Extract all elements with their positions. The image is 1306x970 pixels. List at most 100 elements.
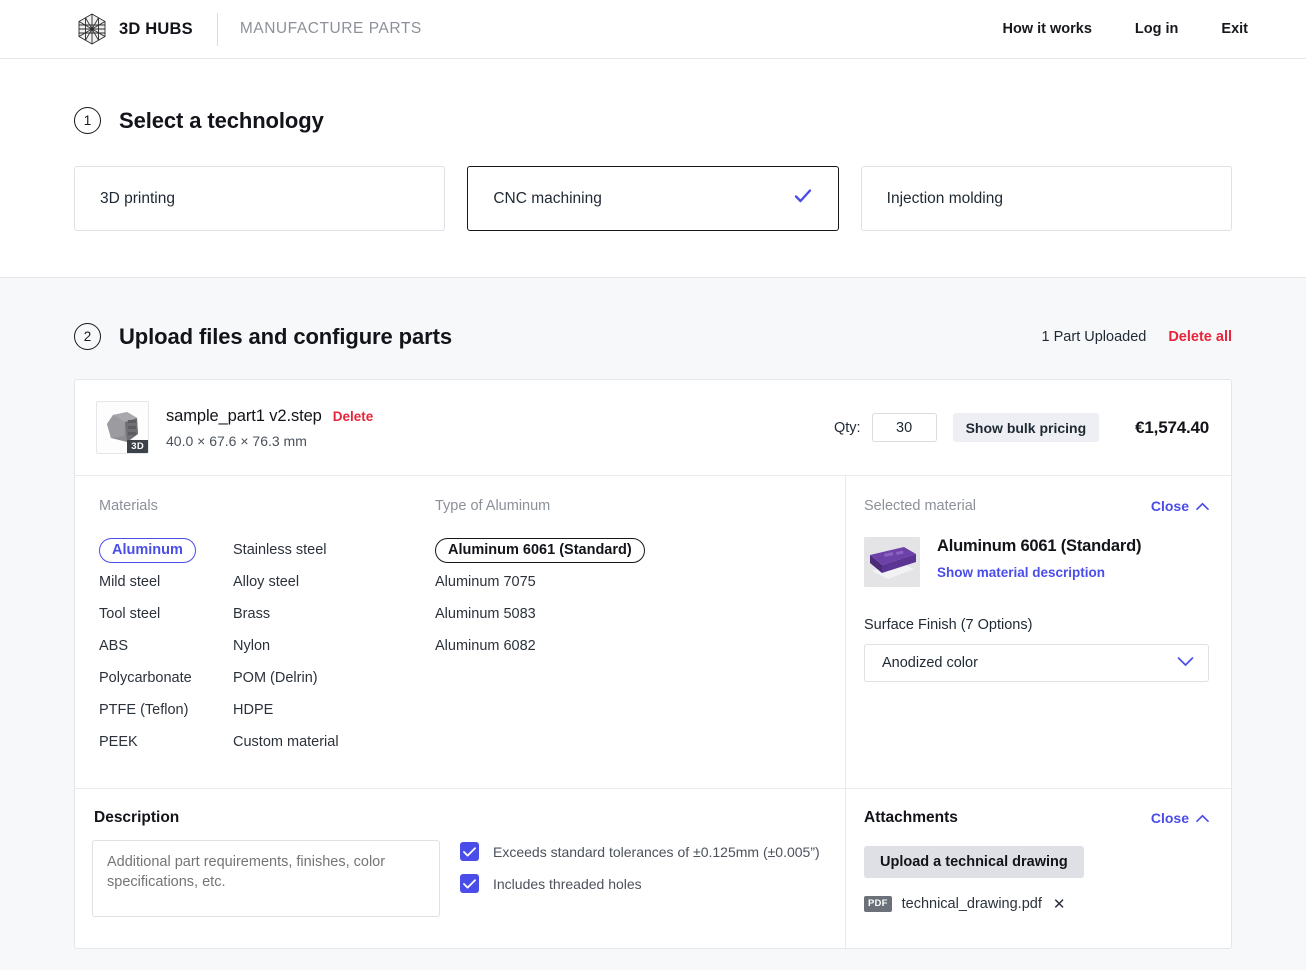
- technology-option-label: 3D printing: [100, 190, 175, 208]
- upload-technical-drawing-button[interactable]: Upload a technical drawing: [864, 846, 1084, 878]
- part-price: €1,574.40: [1135, 418, 1209, 438]
- checkbox-tolerances[interactable]: [460, 842, 479, 861]
- selected-material-header: Selected material Close: [864, 498, 1209, 514]
- technology-options: 3D printing CNC machining Injection mold…: [74, 166, 1232, 231]
- material-option-ptfe-teflon[interactable]: PTFE (Teflon): [99, 694, 233, 726]
- technology-option-label: Injection molding: [887, 190, 1003, 208]
- top-navigation-bar: 3D HUBS MANUFACTURE PARTS How it works L…: [0, 0, 1306, 59]
- step-2-number: 2: [74, 323, 101, 350]
- checkbox-threaded-holes[interactable]: [460, 874, 479, 893]
- step-1-header: 1 Select a technology: [74, 59, 1232, 134]
- description-attachments-area: Description Exceeds standard tolerances …: [75, 788, 1231, 948]
- material-type-column: Type of Aluminum Aluminum 6061 (Standard…: [435, 498, 821, 758]
- description-textarea[interactable]: [92, 840, 440, 917]
- attachment-file-row: PDF technical_drawing.pdf ✕: [864, 896, 1209, 912]
- chevron-down-icon: [1177, 655, 1194, 671]
- technology-option-injection-molding[interactable]: Injection molding: [861, 166, 1232, 231]
- delete-part-button[interactable]: Delete: [333, 409, 374, 424]
- part-configuration-card: 3D sample_part1 v2.step Delete 40.0 × 67…: [74, 379, 1232, 949]
- check-icon: [793, 186, 813, 211]
- part-requirement-checkboxes: Exceeds standard tolerances of ±0.125mm …: [460, 809, 820, 922]
- material-selection-area: Materials Aluminum Mild steel Tool steel…: [75, 475, 1231, 788]
- attachments-title: Attachments: [864, 809, 958, 827]
- description-title: Description: [92, 809, 460, 827]
- quantity-input[interactable]: [872, 413, 937, 442]
- technology-option-3d-printing[interactable]: 3D printing: [74, 166, 445, 231]
- part-dimensions: 40.0 × 67.6 × 76.3 mm: [166, 433, 373, 449]
- selected-material-heading: Selected material: [864, 498, 976, 514]
- technology-option-label: CNC machining: [493, 190, 602, 208]
- surface-finish-value: Anodized color: [882, 655, 978, 671]
- surface-finish-select[interactable]: Anodized color: [864, 644, 1209, 682]
- selected-material-info: Aluminum 6061 (Standard) Show material d…: [937, 537, 1141, 587]
- materials-sub-column-2: Stainless steel Alloy steel Brass Nylon …: [233, 535, 367, 758]
- part-thumbnail[interactable]: 3D: [96, 401, 149, 454]
- remove-attachment-icon[interactable]: ✕: [1053, 897, 1066, 912]
- chevron-up-icon: [1196, 498, 1209, 514]
- step-1-title: Select a technology: [119, 108, 324, 134]
- material-option-aluminum[interactable]: Aluminum: [99, 535, 233, 566]
- step-1-section: 1 Select a technology 3D printing CNC ma…: [0, 59, 1306, 278]
- material-option-label: Aluminum: [99, 538, 196, 563]
- selected-material-panel: Selected material Close: [846, 476, 1231, 788]
- checkbox-row-threaded-holes[interactable]: Includes threaded holes: [460, 874, 820, 893]
- nav-exit[interactable]: Exit: [1221, 21, 1248, 37]
- material-type-option-aluminum-5083[interactable]: Aluminum 5083: [435, 598, 821, 630]
- materials-sub-column-1: Aluminum Mild steel Tool steel ABS Polyc…: [99, 535, 233, 758]
- selected-material-close-button[interactable]: Close: [1151, 498, 1209, 514]
- brand-logo[interactable]: 3D HUBS: [74, 11, 193, 47]
- technology-option-cnc-machining[interactable]: CNC machining: [467, 166, 838, 231]
- material-option-custom-material[interactable]: Custom material: [233, 726, 367, 758]
- material-option-hdpe[interactable]: HDPE: [233, 694, 367, 726]
- attachments-section: Attachments Close Upload a technical dra…: [846, 789, 1231, 948]
- checkbox-label-threaded-holes: Includes threaded holes: [493, 876, 642, 892]
- description-section: Description Exceeds standard tolerances …: [75, 789, 846, 948]
- part-pricing-controls: Qty: Show bulk pricing €1,574.40: [834, 413, 1209, 442]
- material-option-pom-delrin[interactable]: POM (Delrin): [233, 662, 367, 694]
- material-option-polycarbonate[interactable]: Polycarbonate: [99, 662, 233, 694]
- checkbox-row-tolerances[interactable]: Exceeds standard tolerances of ±0.125mm …: [460, 842, 820, 861]
- materials-column: Materials Aluminum Mild steel Tool steel…: [99, 498, 435, 758]
- close-label: Close: [1151, 810, 1189, 826]
- checkbox-label-tolerances: Exceeds standard tolerances of ±0.125mm …: [493, 844, 820, 860]
- material-option-tool-steel[interactable]: Tool steel: [99, 598, 233, 630]
- material-option-mild-steel[interactable]: Mild steel: [99, 566, 233, 598]
- step-2-section: 2 Upload files and configure parts 1 Par…: [0, 278, 1306, 970]
- material-option-alloy-steel[interactable]: Alloy steel: [233, 566, 367, 598]
- step-1-number: 1: [74, 107, 101, 134]
- nav-how-it-works[interactable]: How it works: [1002, 21, 1091, 37]
- attachments-header: Attachments Close: [864, 809, 1209, 827]
- material-type-option-aluminum-6082[interactable]: Aluminum 6082: [435, 630, 821, 662]
- nav-log-in[interactable]: Log in: [1135, 21, 1179, 37]
- materials-heading: Materials: [99, 498, 435, 514]
- step-2-header: 2 Upload files and configure parts 1 Par…: [74, 278, 1232, 350]
- header-nav: How it works Log in Exit: [1002, 21, 1248, 37]
- part-summary-row: 3D sample_part1 v2.step Delete 40.0 × 67…: [75, 380, 1231, 475]
- part-info: sample_part1 v2.step Delete 40.0 × 67.6 …: [166, 407, 373, 449]
- material-type-option-aluminum-6061[interactable]: Aluminum 6061 (Standard): [435, 535, 821, 566]
- delete-all-button[interactable]: Delete all: [1168, 329, 1232, 345]
- material-option-stainless-steel[interactable]: Stainless steel: [233, 538, 367, 563]
- parts-uploaded-count: 1 Part Uploaded: [1042, 329, 1147, 345]
- show-material-description-link[interactable]: Show material description: [937, 565, 1141, 580]
- material-type-option-aluminum-7075[interactable]: Aluminum 7075: [435, 566, 821, 598]
- surface-finish-label: Surface Finish (7 Options): [864, 617, 1209, 633]
- close-label: Close: [1151, 498, 1189, 514]
- 3d-hubs-hex-logo-icon: [74, 11, 110, 47]
- selected-material-name: Aluminum 6061 (Standard): [937, 537, 1141, 556]
- selected-material-details: Aluminum 6061 (Standard) Show material d…: [864, 537, 1209, 587]
- material-option-brass[interactable]: Brass: [233, 598, 367, 630]
- show-bulk-pricing-button[interactable]: Show bulk pricing: [953, 413, 1100, 442]
- attachments-close-button[interactable]: Close: [1151, 810, 1209, 826]
- quantity-label: Qty:: [834, 420, 861, 436]
- material-type-heading: Type of Aluminum: [435, 498, 821, 514]
- material-option-abs[interactable]: ABS: [99, 630, 233, 662]
- attachment-file-name[interactable]: technical_drawing.pdf: [902, 896, 1042, 912]
- material-option-nylon[interactable]: Nylon: [233, 630, 367, 662]
- material-type-option-label: Aluminum 6061 (Standard): [435, 538, 645, 563]
- upload-summary: 1 Part Uploaded Delete all: [1042, 329, 1232, 345]
- chevron-up-icon: [1196, 810, 1209, 826]
- selected-material-thumbnail: [864, 537, 920, 587]
- material-option-peek[interactable]: PEEK: [99, 726, 233, 758]
- part-file-name: sample_part1 v2.step: [166, 407, 322, 426]
